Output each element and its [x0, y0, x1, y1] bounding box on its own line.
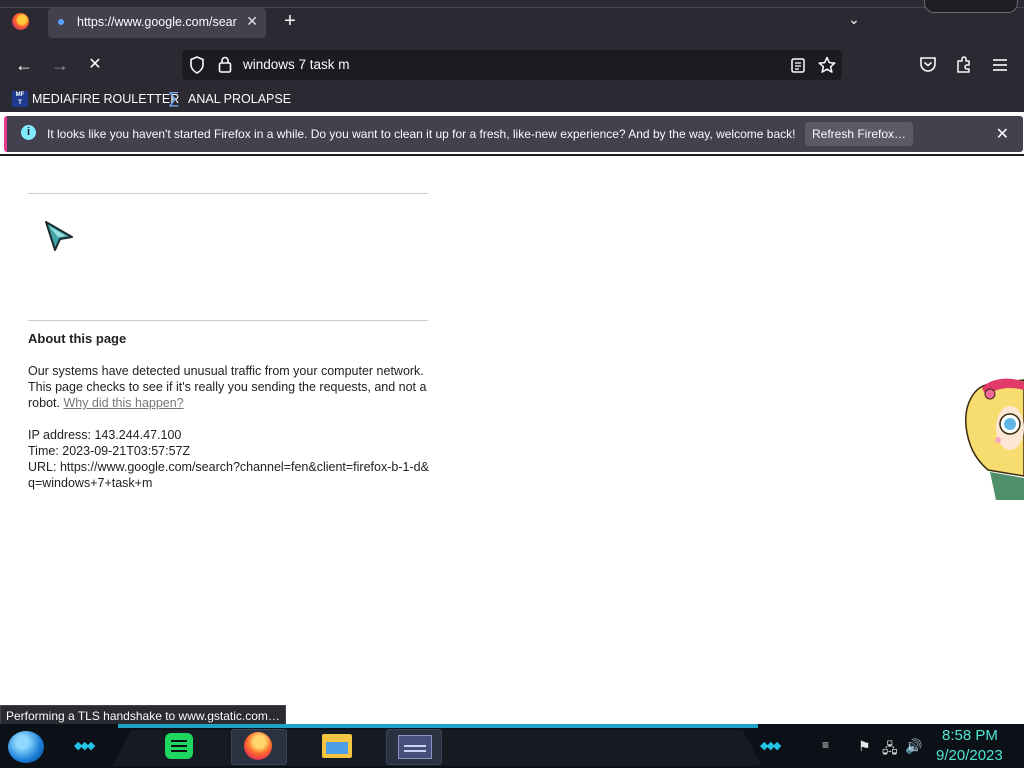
page-content: About this page Our systems have detecte… [0, 156, 1024, 724]
bookmark-mediafire-rouletter[interactable]: MF T MEDIAFIRE ROULETTER [12, 90, 179, 108]
ip-address: IP address: 143.244.47.100 [28, 428, 182, 442]
url-bar[interactable]: windows 7 task m [182, 50, 842, 80]
refresh-firefox-notification: i It looks like you haven't started Fire… [4, 116, 1023, 152]
refresh-firefox-button[interactable]: Refresh Firefox… [805, 122, 913, 146]
about-page-text: Our systems have detected unusual traffi… [28, 363, 428, 411]
network-icon[interactable]: 🖧 [882, 738, 898, 762]
tab-strip: https://www.google.com/search ✕ + ⌄ [0, 0, 1024, 44]
chevron-decoration-icon: ◆◆◆ [760, 740, 781, 752]
notification-message: It looks like you haven't started Firefo… [47, 127, 796, 141]
why-did-this-happen-link[interactable]: Why did this happen? [63, 396, 183, 410]
tab-title: https://www.google.com/search [77, 15, 237, 29]
back-button[interactable]: ← [12, 53, 36, 77]
file-explorer-icon[interactable] [322, 734, 352, 758]
firefox-icon[interactable] [12, 13, 29, 30]
pocket-icon[interactable] [919, 56, 937, 73]
taskbar-glow-strip [118, 724, 758, 728]
bookmark-label: MEDIAFIRE ROULETTER [32, 92, 180, 106]
bookmark-anal-prolapse[interactable]: ∑ ANAL PROLAPSE [168, 90, 291, 108]
request-url: URL: https://www.google.com/search?chann… [28, 460, 429, 490]
request-time: Time: 2023-09-21T03:57:57Z [28, 444, 191, 458]
sigma-icon: ∑ [168, 90, 180, 107]
navigation-toolbar: ← → ✕ windows 7 task m [0, 44, 1024, 86]
forward-button[interactable]: → [48, 53, 72, 77]
clock-date[interactable]: 9/20/2023 [936, 747, 1003, 764]
tab-google-search[interactable]: https://www.google.com/search ✕ [48, 8, 266, 38]
clock-time[interactable]: 8:58 PM [942, 727, 998, 744]
show-hidden-icons-icon[interactable]: ≡ [822, 738, 829, 752]
reader-view-icon[interactable] [791, 58, 805, 73]
cursor-icon [45, 221, 73, 251]
action-center-flag-icon[interactable]: ⚑ [858, 738, 871, 755]
request-details: IP address: 143.244.47.100 Time: 2023-09… [28, 427, 430, 491]
spotify-icon[interactable] [165, 733, 193, 759]
volume-icon[interactable]: 🔊 [905, 738, 922, 755]
close-notification-icon[interactable]: ✕ [996, 124, 1009, 144]
list-all-tabs-button[interactable]: ⌄ [844, 11, 864, 31]
bookmark-label: ANAL PROLAPSE [188, 92, 292, 106]
info-icon: i [21, 125, 36, 140]
new-tab-button[interactable]: + [280, 9, 300, 33]
titlebar-decoration [924, 0, 1018, 13]
bookmarks-toolbar: MF T MEDIAFIRE ROULETTER ∑ ANAL PROLAPSE [0, 86, 1024, 112]
hamburger-menu-icon[interactable] [992, 58, 1008, 72]
divider [28, 193, 428, 194]
loading-favicon-icon [58, 19, 64, 25]
shield-icon[interactable] [189, 56, 205, 74]
bookmark-star-icon[interactable] [818, 56, 836, 74]
start-orb-button[interactable] [8, 731, 44, 763]
cartoon-mascot-image [965, 378, 1024, 500]
firefox-icon[interactable] [244, 732, 272, 760]
tab-close-icon[interactable]: ✕ [246, 13, 258, 30]
about-page-heading: About this page [28, 331, 127, 346]
chevron-decoration-icon: ◆◆◆ [74, 740, 95, 752]
stop-loading-button[interactable]: ✕ [83, 53, 107, 77]
window-icon[interactable] [398, 735, 432, 759]
lock-icon[interactable] [218, 56, 232, 73]
mediafire-icon: MF T [12, 91, 28, 107]
extensions-icon[interactable] [955, 55, 973, 74]
url-input[interactable]: windows 7 task m [243, 57, 350, 72]
divider [28, 320, 428, 321]
